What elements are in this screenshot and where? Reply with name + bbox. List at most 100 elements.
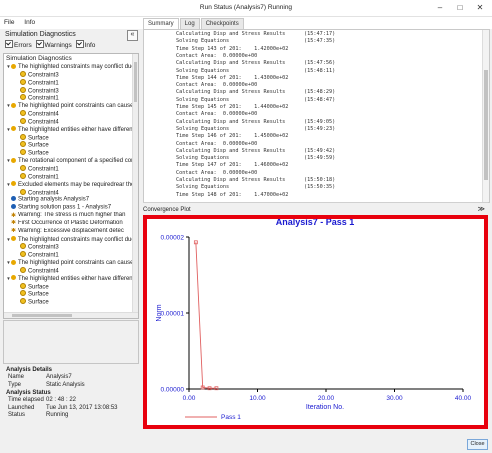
warning-star-icon: ✱ xyxy=(11,212,17,219)
tree-vertical-scrollbar[interactable] xyxy=(132,54,138,318)
tree-item-label: Constraint3 xyxy=(28,88,59,95)
tree-entity-item[interactable]: Constraint4 xyxy=(4,110,138,118)
tree-entity-item[interactable]: Surface xyxy=(4,282,138,291)
elapsed-value: 02 : 48 : 22 xyxy=(46,397,77,403)
tree-entity-item[interactable]: Constraint1 xyxy=(4,164,138,173)
warnings-checkbox[interactable] xyxy=(35,40,44,48)
tree-entity-item[interactable]: Constraint1 xyxy=(4,78,138,87)
tab-log[interactable]: Log xyxy=(179,18,200,29)
tree-entity-item[interactable]: Surface xyxy=(4,141,138,149)
tree-message-item[interactable]: ✱ First Occurrence of Plastic Deformation xyxy=(4,220,138,228)
entity-icon xyxy=(20,149,26,156)
minimize-icon[interactable]: – xyxy=(430,0,450,16)
convergence-title: Convergence Plot xyxy=(143,207,191,213)
summary-log-area[interactable]: Calculating Disp and Stress Results (15:… xyxy=(143,29,490,203)
entity-icon xyxy=(20,172,26,179)
y-tick-label: 0.00002 xyxy=(161,235,185,242)
left-panel: Simulation Diagnostics « Errors Warnings… xyxy=(3,30,139,435)
launched-label: Launched xyxy=(8,404,35,411)
splitter[interactable] xyxy=(143,202,488,203)
close-icon[interactable]: ✕ xyxy=(470,0,490,16)
tree-message-item[interactable]: Starting analysis Analysis7 xyxy=(4,196,138,204)
series-line xyxy=(195,242,217,389)
name-value: Analysis7 xyxy=(46,374,72,380)
diagnostics-tree[interactable]: Simulation Diagnostics ▼ The highlighted … xyxy=(3,53,139,319)
warning-icon xyxy=(11,63,16,69)
warning-icon xyxy=(11,157,16,163)
tree-entity-item[interactable]: Constraint4 xyxy=(4,117,138,126)
menu-file[interactable]: File xyxy=(0,17,18,29)
info-icon xyxy=(11,204,16,210)
menu-bar: File Info xyxy=(0,17,492,29)
tree-message-item[interactable]: Starting solution pass 1 - Analysis7 xyxy=(4,204,138,212)
type-label: Type xyxy=(8,381,22,388)
tree-entity-item[interactable]: Constraint1 xyxy=(4,172,138,181)
tree-entity-item[interactable]: Constraint3 xyxy=(4,70,138,79)
tree-entity-item[interactable]: Surface xyxy=(4,290,138,298)
tree-message-item[interactable]: ▼ The highlighted entities either have di… xyxy=(4,275,138,283)
summary-line: Contact Area: 0.00000e+00 xyxy=(176,82,258,89)
summary-line: Calculating Disp and Stress Results (15:… xyxy=(176,60,336,67)
warning-icon xyxy=(11,275,16,281)
menu-info[interactable]: Info xyxy=(20,17,39,29)
tree-message-item[interactable]: ▼ The highlighted constraints may conflic… xyxy=(4,63,138,71)
expand-chevron-icon[interactable]: ≫ xyxy=(478,205,485,215)
tree-entity-item[interactable]: Surface xyxy=(4,149,138,157)
x-tick-label: 30.00 xyxy=(386,395,403,402)
tree-item-label: Constraint4 xyxy=(28,268,59,275)
info-icon xyxy=(11,196,16,202)
entity-icon xyxy=(20,78,26,85)
legend-label: Pass 1 xyxy=(221,414,241,421)
collapse-panel-button[interactable]: « xyxy=(127,30,138,41)
tree-item-label: Surface xyxy=(28,150,49,157)
maximize-icon[interactable]: □ xyxy=(450,0,470,16)
entity-icon xyxy=(20,251,26,258)
tree-item-label: The highlighted constraints may conflict… xyxy=(18,236,135,243)
tree-entity-item[interactable]: Constraint4 xyxy=(4,266,138,275)
tree-item-label: Surface xyxy=(28,135,49,142)
tree-item-label: The highlighted entities either have dif… xyxy=(18,126,135,133)
summary-line: Contact Area: 0.00000e+00 xyxy=(176,140,258,147)
summary-line: Calculating Disp and Stress Results (15:… xyxy=(176,177,336,183)
errors-checkbox[interactable] xyxy=(5,40,13,48)
tree-item-label: Constraint4 xyxy=(28,190,59,196)
tree-entity-item[interactable]: Constraint3 xyxy=(4,86,138,95)
tree-message-item[interactable]: ▼ The highlighted entities either have di… xyxy=(4,126,138,134)
convergence-plot: Analysis7 - Pass 1 0.00000 0.00001 0.00002 0… xyxy=(143,215,488,429)
tree-rows: ▼ The highlighted constraints may conflic… xyxy=(4,63,138,306)
tree-item-label: Starting analysis Analysis7 xyxy=(18,196,90,203)
info-checkbox[interactable] xyxy=(75,40,84,48)
tree-message-item[interactable]: ▼ The highlighted point constraints can c… xyxy=(4,259,138,267)
summary-line: Solving Equations (15:47:35) xyxy=(176,38,336,45)
tab-checkpoints[interactable]: Checkpoints xyxy=(200,18,244,29)
close-button[interactable]: Close xyxy=(467,439,488,450)
tree-item-label: Constraint1 xyxy=(28,166,59,173)
x-tick-label: 20.00 xyxy=(318,395,335,402)
errors-label: Errors xyxy=(14,42,32,49)
tree-message-item[interactable]: ▼ The rotational component of a specified… xyxy=(4,157,138,165)
tree-message-item[interactable]: ▼ The highlighted point constraints can c… xyxy=(4,102,138,110)
status-value: Running xyxy=(46,412,69,418)
tree-item-label: Surface xyxy=(28,284,49,291)
tree-entity-item[interactable]: Surface xyxy=(4,133,138,142)
tree-item-label: The highlighted point constraints can ca… xyxy=(18,103,134,110)
tree-entity-item[interactable]: Constraint4 xyxy=(4,188,138,197)
tree-message-item[interactable]: ✱ Warning: The stress is much higher than xyxy=(4,212,138,220)
tree-item-label: First Occurrence of Plastic Deformation xyxy=(18,219,123,226)
tree-message-item[interactable]: ▼ Excluded elements may be requiredrear t… xyxy=(4,181,138,189)
tree-entity-item[interactable]: Constraint1 xyxy=(4,94,138,102)
warnings-label: Warnings xyxy=(44,42,72,49)
entity-icon xyxy=(20,243,26,250)
tree-entity-item[interactable]: Constraint1 xyxy=(4,251,138,259)
tree-horizontal-scrollbar[interactable] xyxy=(4,312,138,318)
tree-item-label: Starting solution pass 1 - Analysis7 xyxy=(18,204,112,211)
tree-message-item[interactable]: ✱ Warning: Excessive displacement detec xyxy=(4,228,138,236)
tree-item-label: The highlighted constraints may conflict… xyxy=(18,64,135,70)
summary-line: Solving Equations (15:49:59) xyxy=(176,155,336,162)
plot-title: Analysis7 - Pass 1 xyxy=(276,219,355,227)
tree-entity-item[interactable]: Constraint3 xyxy=(4,243,138,251)
tree-item-label: Constraint1 xyxy=(28,80,59,87)
tree-entity-item[interactable]: Surface xyxy=(4,298,138,306)
summary-scrollbar[interactable] xyxy=(482,30,489,202)
tree-message-item[interactable]: ▼ The highlighted constraints may conflic… xyxy=(4,236,138,244)
